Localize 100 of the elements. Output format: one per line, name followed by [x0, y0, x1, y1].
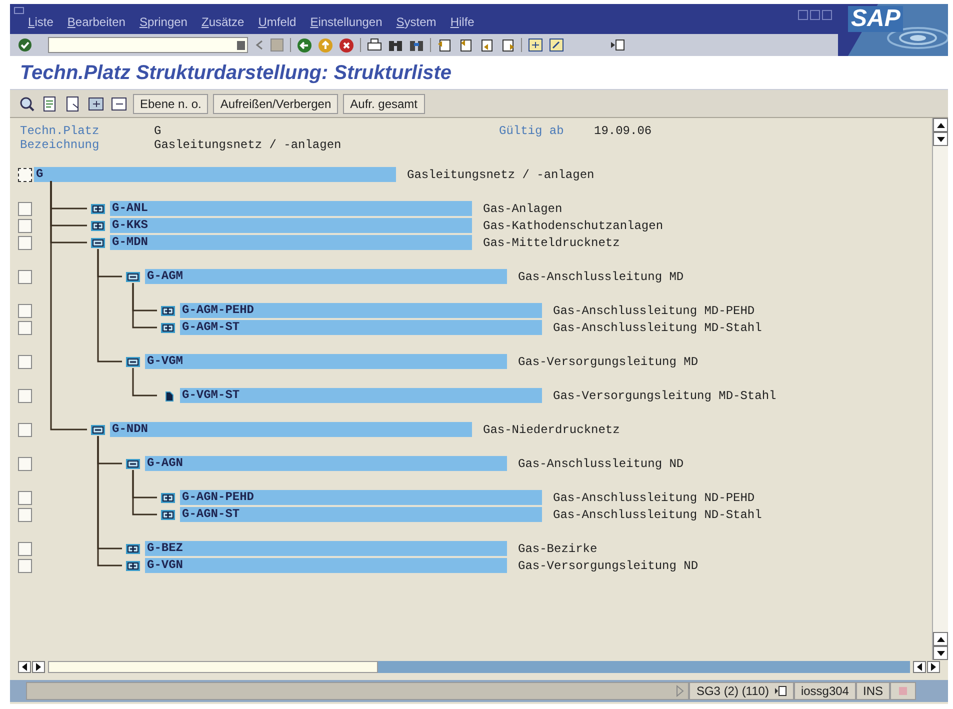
window-icon[interactable]	[528, 38, 543, 52]
window-icon[interactable]	[549, 38, 564, 52]
toolbar-button[interactable]: Aufreißen/Verbergen	[213, 94, 338, 114]
select-checkbox[interactable]	[18, 320, 32, 334]
node-description: Gas-Niederdrucknetz	[483, 422, 620, 438]
folder-plus-icon[interactable]	[125, 542, 141, 554]
binoculars-icon[interactable]	[388, 38, 403, 52]
select-checkbox[interactable]	[18, 422, 32, 436]
node-key[interactable]: G-AGM	[145, 269, 507, 284]
node-description: Gas-Anschlussleitung MD-Stahl	[553, 320, 762, 336]
layout-icon[interactable]	[610, 39, 625, 51]
window-menu-icon[interactable]	[14, 7, 24, 14]
right-triangle-icon	[36, 663, 41, 671]
node-key[interactable]: G-AGM-ST	[180, 320, 542, 335]
close-icon[interactable]	[822, 10, 832, 20]
scroll-up-button[interactable]	[933, 632, 948, 646]
select-checkbox[interactable]	[18, 270, 32, 284]
layout-icon[interactable]	[774, 686, 787, 696]
session-info: SG3 (2) (110)	[696, 683, 769, 700]
expand-icon[interactable]	[87, 94, 105, 112]
menu-item[interactable]: Zusätze	[201, 13, 244, 31]
select-checkbox[interactable]	[18, 304, 32, 318]
menu-item[interactable]: Einstellungen	[310, 13, 382, 31]
select-checkbox[interactable]	[18, 202, 32, 216]
node-key[interactable]: G-VGN	[145, 558, 507, 573]
node-key[interactable]: G-AGM-PEHD	[180, 303, 542, 318]
menu-item[interactable]: Umfeld	[258, 13, 296, 31]
select-checkbox[interactable]	[18, 558, 32, 572]
select-checkbox[interactable]	[18, 490, 32, 504]
scroll-right-button[interactable]	[32, 661, 45, 673]
command-field[interactable]	[48, 37, 248, 53]
scroll-left-button[interactable]	[913, 661, 926, 673]
select-checkbox[interactable]	[18, 508, 32, 522]
connector-line	[132, 368, 157, 396]
node-key[interactable]: G-VGM-ST	[180, 388, 542, 403]
folder-minus-icon[interactable]	[125, 356, 141, 368]
node-key[interactable]: G-AGN-ST	[180, 507, 542, 522]
scroll-up-button[interactable]	[933, 118, 948, 132]
folder-plus-icon[interactable]	[125, 560, 141, 572]
maximize-icon[interactable]	[810, 10, 820, 20]
node-description: Gas-Versorgungsleitung MD-Stahl	[553, 388, 776, 404]
menu-item[interactable]: System	[396, 13, 436, 31]
check-icon[interactable]	[18, 38, 32, 52]
binoculars-icon[interactable]	[409, 38, 424, 52]
scroll-down-button[interactable]	[933, 646, 948, 660]
field-label: Bezeichnung	[20, 138, 100, 152]
select-checkbox[interactable]	[18, 456, 32, 470]
select-checkbox[interactable]	[18, 542, 32, 556]
scroll-down-button[interactable]	[933, 132, 948, 146]
select-checkbox[interactable]	[18, 168, 32, 182]
magnifier-icon[interactable]	[18, 94, 36, 112]
folder-plus-icon[interactable]	[90, 220, 106, 232]
select-checkbox[interactable]	[18, 388, 32, 402]
scroll-left-button[interactable]	[18, 661, 31, 673]
folder-minus-icon[interactable]	[125, 270, 141, 282]
folder-plus-icon[interactable]	[160, 322, 176, 334]
page-icon[interactable]	[500, 38, 515, 52]
folder-minus-icon[interactable]	[90, 424, 106, 436]
select-checkbox[interactable]	[18, 354, 32, 368]
node-key[interactable]: G-ANL	[110, 201, 472, 216]
field-label: Gültig ab	[499, 124, 565, 140]
scroll-right-button[interactable]	[927, 661, 940, 673]
node-key[interactable]: G-NDN	[110, 422, 472, 437]
toolbar-button[interactable]: Ebene n. o.	[133, 94, 208, 114]
print-icon[interactable]	[367, 38, 382, 52]
toolbar-button[interactable]: Aufr. gesamt	[343, 94, 425, 114]
select-checkbox[interactable]	[18, 236, 32, 250]
folder-plus-icon[interactable]	[160, 304, 176, 316]
folder-plus-icon[interactable]	[160, 492, 176, 504]
folder-plus-icon[interactable]	[90, 202, 106, 214]
page-icon[interactable]	[458, 38, 473, 52]
menu-item[interactable]: Bearbeiten	[67, 13, 126, 31]
page-icon[interactable]	[437, 38, 452, 52]
collapse-icon[interactable]	[110, 94, 128, 112]
node-key[interactable]: G-VGM	[145, 354, 507, 369]
menu-item[interactable]: Springen	[139, 13, 188, 31]
folder-plus-icon[interactable]	[160, 508, 176, 520]
node-key[interactable]: G-BEZ	[145, 541, 507, 556]
folder-minus-icon[interactable]	[125, 458, 141, 470]
node-description: Gas-Kathodenschutzanlagen	[483, 218, 664, 234]
screen-title: Techn.Platz Strukturdarstellung: Strukturliste	[20, 60, 452, 86]
node-description: Gas-Anschlussleitung ND-Stahl	[553, 506, 762, 524]
select-checkbox[interactable]	[18, 218, 32, 232]
node-key[interactable]: G-MDN	[110, 235, 472, 250]
back-icon[interactable]	[254, 39, 264, 51]
folder-minus-icon[interactable]	[90, 236, 106, 248]
node-key[interactable]: G-AGN-PEHD	[180, 490, 542, 505]
cancel-icon[interactable]	[339, 38, 354, 52]
menu-item[interactable]: Hilfe	[450, 13, 474, 31]
field-label: Techn.Platz	[20, 124, 100, 138]
node-key[interactable]: G-AGN	[145, 456, 507, 471]
node-key[interactable]: G	[34, 167, 396, 182]
node-description: Gas-Mitteldrucknetz	[483, 234, 620, 252]
node-key[interactable]: G-KKS	[110, 218, 472, 233]
page-icon[interactable]	[479, 38, 494, 52]
menu-item[interactable]: Liste	[28, 13, 54, 31]
node-description: Gasleitungsnetz / -anlagen	[407, 166, 594, 184]
minimize-icon[interactable]	[798, 10, 808, 20]
node-description: Gas-Versorgungsleitung ND	[518, 558, 698, 574]
scrollbar-thumb[interactable]	[48, 661, 378, 673]
